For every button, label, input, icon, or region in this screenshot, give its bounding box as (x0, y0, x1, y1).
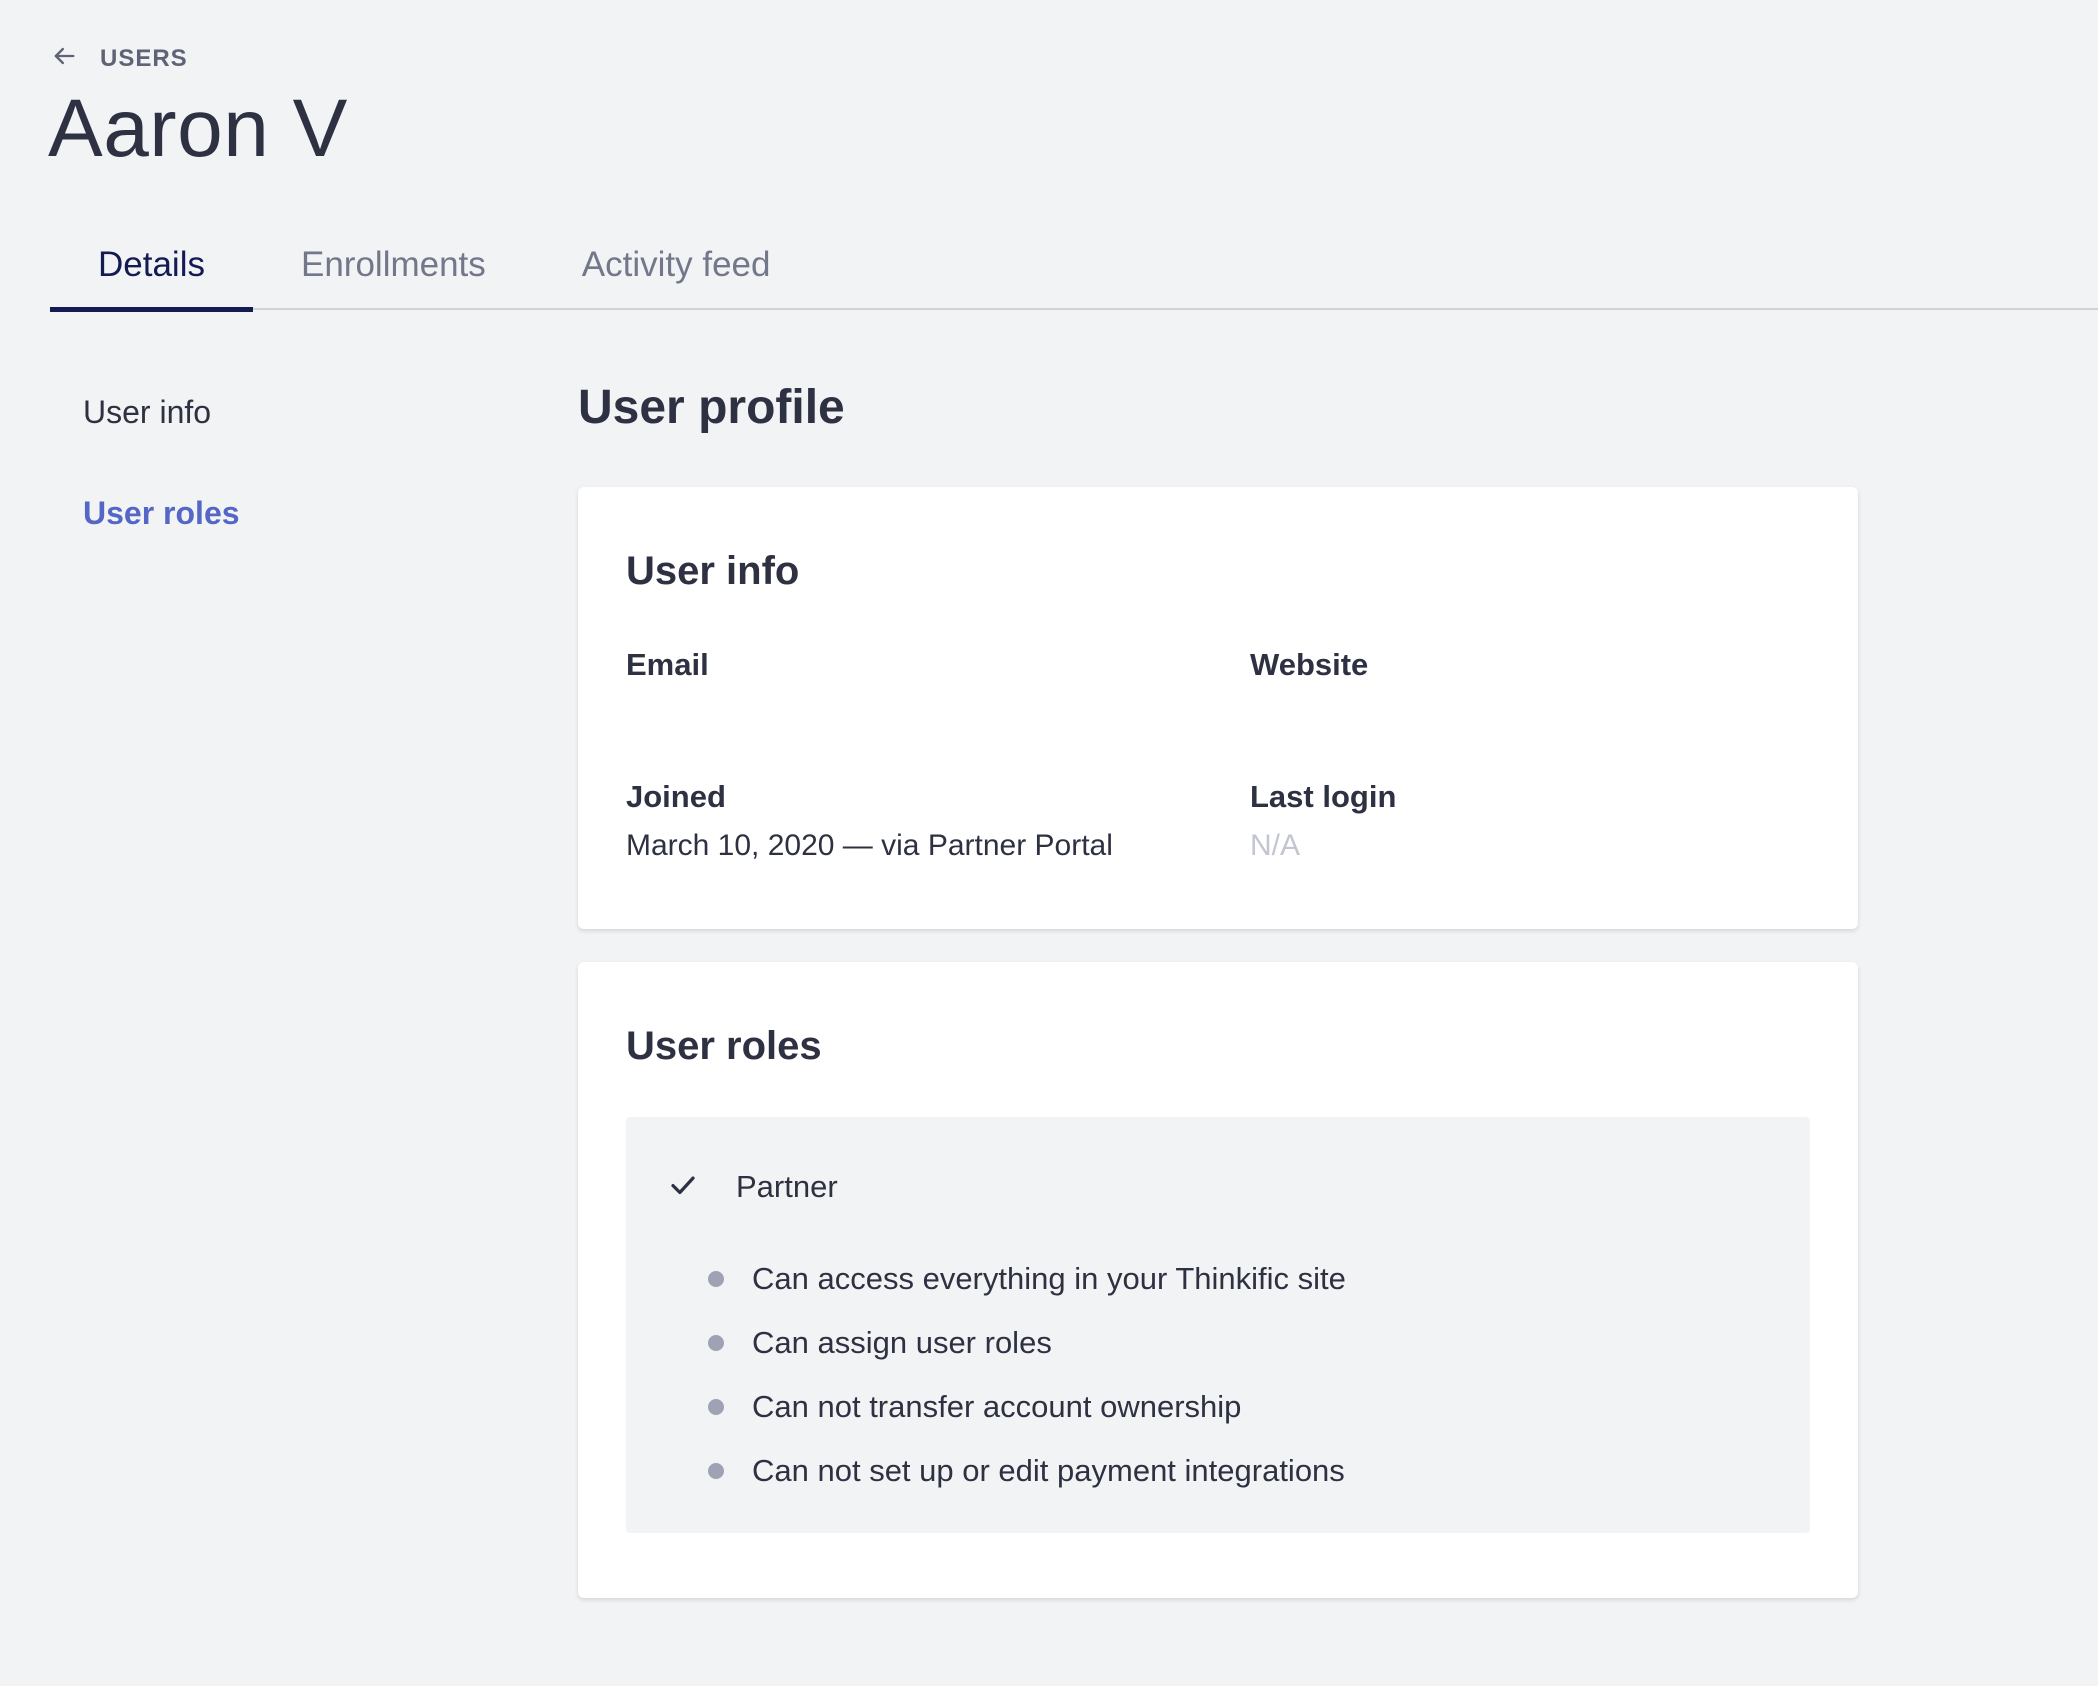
user-roles-card: User roles Partner Can access everything… (578, 962, 1858, 1598)
side-nav-item-user-info[interactable]: User info (83, 394, 240, 431)
website-label: Website (1250, 647, 1369, 682)
user-info-card: User info Email Website Joined March 10,… (578, 487, 1858, 929)
checkmark-icon (668, 1170, 698, 1205)
bullet-icon (708, 1399, 724, 1415)
joined-field: Joined March 10, 2020 — via Partner Port… (626, 779, 1206, 863)
section-title: User profile (578, 381, 845, 434)
last-login-value: N/A (1250, 829, 1301, 862)
breadcrumb-label: USERS (100, 44, 188, 72)
side-nav: User info User roles (83, 394, 240, 596)
permission-list: Can access everything in your Thinkific … (708, 1247, 1346, 1503)
role-name: Partner (736, 1169, 838, 1204)
user-roles-title: User roles (626, 1024, 822, 1068)
email-field: Email (626, 647, 1206, 697)
tab-bar: Details Enrollments Activity feed (50, 220, 2098, 312)
last-login-field: Last login N/A (1250, 779, 1830, 863)
role-panel: Partner Can access everything in your Th… (626, 1117, 1810, 1533)
joined-label: Joined (626, 779, 726, 814)
email-label: Email (626, 647, 709, 682)
permission-text: Can not transfer account ownership (752, 1389, 1242, 1424)
permission-item: Can not transfer account ownership (708, 1375, 1346, 1439)
user-info-title: User info (626, 549, 800, 593)
side-nav-item-user-roles[interactable]: User roles (83, 495, 240, 532)
website-field: Website (1250, 647, 1830, 697)
tab-details[interactable]: Details (50, 220, 253, 312)
permission-text: Can assign user roles (752, 1325, 1052, 1360)
permission-item: Can not set up or edit payment integrati… (708, 1439, 1346, 1503)
tab-enrollments[interactable]: Enrollments (253, 220, 534, 310)
breadcrumb-back-link[interactable]: USERS (50, 42, 188, 75)
user-details-page: USERS Aaron V Details Enrollments Activi… (0, 0, 2098, 1686)
tab-activity-feed[interactable]: Activity feed (534, 220, 819, 310)
page-title: Aaron V (48, 83, 348, 174)
permission-text: Can access everything in your Thinkific … (752, 1261, 1346, 1296)
role-header: Partner (668, 1169, 838, 1205)
joined-value: March 10, 2020 — via Partner Portal (626, 829, 1113, 862)
permission-item: Can access everything in your Thinkific … (708, 1247, 1346, 1311)
bullet-icon (708, 1335, 724, 1351)
bullet-icon (708, 1271, 724, 1287)
bullet-icon (708, 1463, 724, 1479)
arrow-left-icon (50, 42, 78, 75)
permission-text: Can not set up or edit payment integrati… (752, 1453, 1345, 1488)
last-login-label: Last login (1250, 779, 1397, 814)
permission-item: Can assign user roles (708, 1311, 1346, 1375)
